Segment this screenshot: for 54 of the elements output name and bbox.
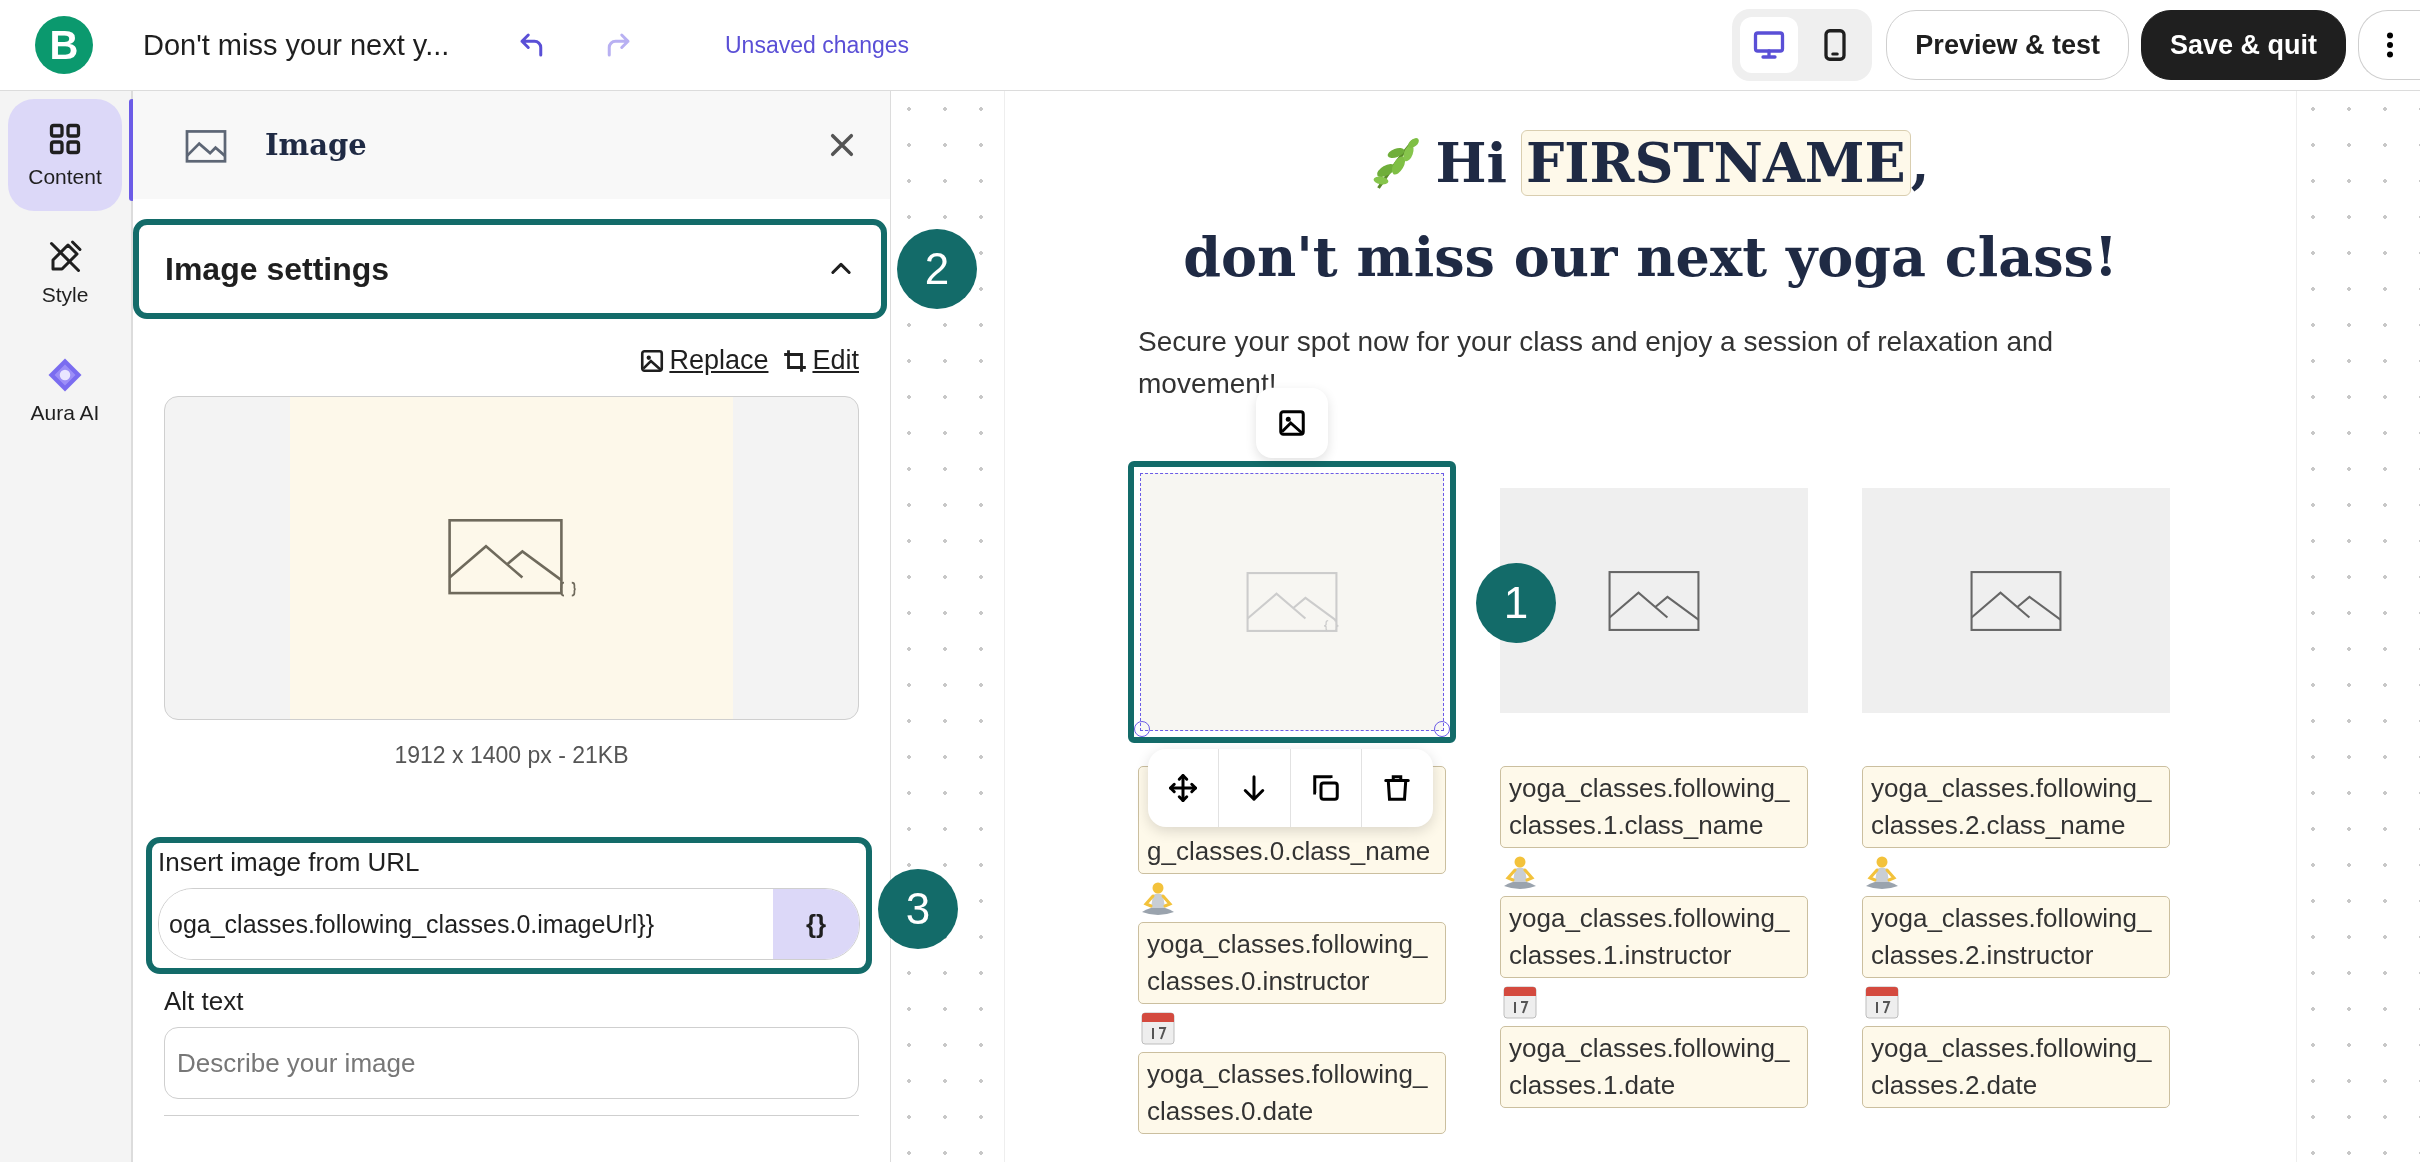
rail-item[interactable]: Style <box>8 217 122 329</box>
merge-tag: FIRSTNAME <box>1520 130 1911 196</box>
replace-link[interactable]: Replace <box>639 345 769 376</box>
comma-text: , <box>1910 131 1930 195</box>
merge-tag: yoga_classes.following_classes.2.date <box>1862 1026 2170 1108</box>
image-placeholder-icon <box>1606 569 1702 632</box>
save-button[interactable]: Save & quit <box>2140 10 2346 80</box>
image-placeholder-icon <box>1244 571 1340 633</box>
alt-text-field[interactable]: Describe your image <box>164 1027 859 1099</box>
save-status: Unsaved changes <box>725 31 910 59</box>
image-icon <box>1277 408 1307 438</box>
intro-text: Secure your spot now for your class and enjoy a session of relaxation and movement! <box>1138 325 2055 401</box>
diamond-icon <box>47 357 83 393</box>
trash-icon <box>1382 773 1413 803</box>
more-button[interactable] <box>2358 10 2420 80</box>
brush-icon <box>47 239 83 275</box>
greeting-text: Hi <box>1435 131 1507 195</box>
panel-title: Image <box>265 128 368 162</box>
image-info: 1912 x 1400 px - 21KB <box>393 742 630 769</box>
field-label: Insert image from URL <box>158 847 421 878</box>
merge-tag: yoga_classes.following_classes.0.instructor <box>1138 922 1446 1004</box>
copy-icon <box>1310 773 1341 803</box>
edit-link[interactable]: Edit <box>782 345 859 376</box>
image-placeholder-icon <box>1968 569 2064 632</box>
variable-button[interactable]: {} <box>773 889 859 959</box>
preview-button[interactable]: Preview & test <box>1886 10 2129 80</box>
crop-icon <box>782 347 809 374</box>
rail-item[interactable]: Aura AI <box>8 335 122 447</box>
leaf-icon <box>1371 135 1422 191</box>
merge-tag: yoga_classes.following_classes.2.instructor <box>1862 896 2170 978</box>
rail-label: Aura AI <box>30 401 100 425</box>
merge-tag: yoga_classes.following_classes.0.date <box>1138 1052 1446 1134</box>
move-icon <box>1168 773 1199 803</box>
image-icon <box>639 347 666 374</box>
grid-icon <box>47 121 83 157</box>
merge-tag: yoga_classes.following_classes.1.class_name <box>1500 766 1808 848</box>
rail-label: Style <box>41 283 89 307</box>
selected-image-frame[interactable] <box>1128 461 1456 743</box>
image-placeholder-icon <box>446 517 577 599</box>
section-title: Image settings <box>165 250 391 288</box>
close-icon <box>828 131 856 159</box>
merge-tag: yoga_classes.following_classes.1.date <box>1500 1026 1808 1108</box>
rail-label: Content <box>28 165 102 189</box>
merge-tag: yoga_classes.following_classes.1.instructor <box>1500 896 1808 978</box>
step-badge: 1 <box>1476 563 1556 643</box>
document-title[interactable]: Don't miss your next y... <box>143 28 513 62</box>
logo[interactable]: B <box>35 16 93 74</box>
merge-tag: yoga_classes.following_classes.2.class_name <box>1862 766 2170 848</box>
desktop-view-button[interactable] <box>1740 17 1799 73</box>
image-block[interactable] <box>1500 488 1808 713</box>
headline: don't miss our next yoga class! <box>1182 224 2119 291</box>
field-label: Alt text <box>164 986 245 1017</box>
more-icon <box>2385 32 2394 58</box>
url-field[interactable]: oga_classes.following_classes.0.imageUrl}} {} <box>158 888 860 960</box>
